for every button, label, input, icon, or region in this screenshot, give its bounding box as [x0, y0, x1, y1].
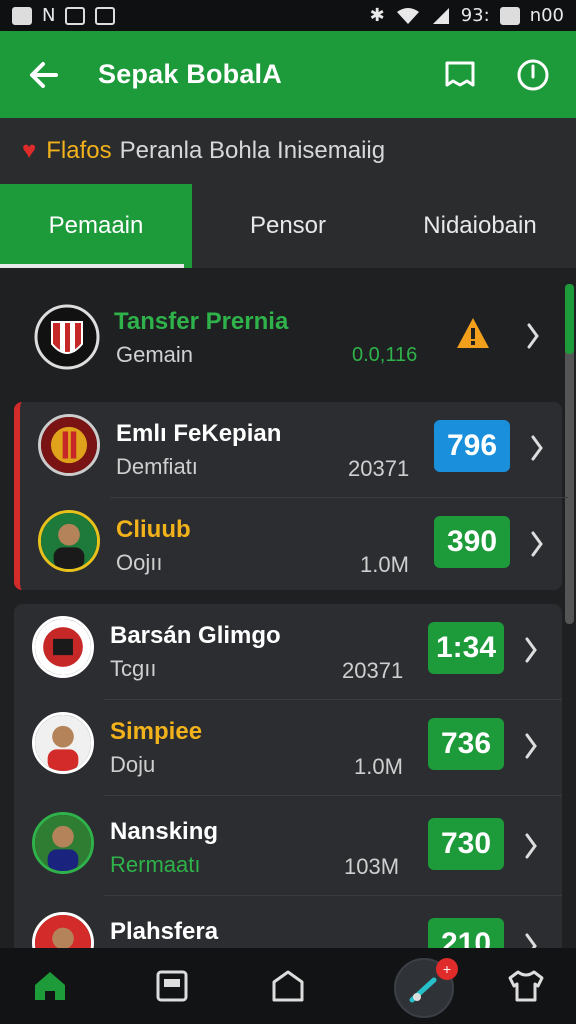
home-icon[interactable]: [30, 966, 70, 1006]
player-name: Barsán Glimgo: [110, 622, 281, 649]
list-item[interactable]: Emlı FeKepian Demfiatı 20371 796: [20, 402, 568, 498]
battery-icon: [499, 6, 520, 25]
chevron-right-icon[interactable]: [524, 636, 538, 664]
player-stat: 1.0M: [354, 754, 403, 779]
player-stat: 103M: [344, 854, 400, 879]
box-icon: [12, 6, 32, 25]
arrow-left-icon[interactable]: [24, 55, 64, 95]
photo-icon: [65, 6, 86, 25]
shirt-icon[interactable]: [506, 966, 546, 1006]
signal-text: 93:: [460, 5, 490, 26]
tab-pemaain[interactable]: Pemaain: [0, 184, 192, 268]
whistle-icon: [409, 977, 437, 1003]
signal-icon: [432, 7, 449, 24]
bookmark-icon[interactable]: [440, 55, 480, 95]
player-stat: 1.0M: [360, 552, 409, 577]
power-icon[interactable]: [513, 55, 553, 95]
heart-icon: ♥: [22, 137, 37, 164]
tab-bar: Pemaain Pensor Nidaiobain: [0, 184, 576, 268]
bluetooth-icon: ✱: [369, 5, 385, 26]
player-position: Demfiatı: [116, 454, 198, 479]
player-stat: 20371: [342, 658, 404, 683]
club-crest-icon: [38, 414, 100, 476]
n-icon: N: [42, 5, 56, 26]
player-name: Emlı FeKepian: [116, 420, 282, 447]
news-icon[interactable]: [152, 966, 192, 1006]
list-item[interactable]: Cliuub Oojıı 1.0M 390: [20, 498, 568, 594]
media-icon: [95, 6, 116, 25]
featured-title: Tansfer Prernia: [114, 308, 289, 335]
chevron-right-icon[interactable]: [526, 322, 540, 350]
list-item[interactable]: Nansking Rermaatı 103M 730: [14, 800, 562, 896]
wifi-icon: [396, 7, 419, 24]
rating-badge: 390: [434, 516, 510, 568]
player-position: Rermaatı: [110, 852, 201, 877]
divider: [104, 895, 562, 896]
player-card-group-2: Barsán Glimgo Tcgıı 20371 1:34 Simpiee D…: [14, 604, 562, 974]
club-crest-icon: [34, 304, 100, 370]
avatar: [32, 712, 94, 774]
tab-pensor[interactable]: Pensor: [192, 184, 384, 268]
rating-badge: 736: [428, 718, 504, 770]
featured-transfer[interactable]: Tansfer Prernia Gemain 0.0,116: [14, 286, 562, 396]
featured-value: 0.0,116: [352, 344, 418, 366]
featured-subtitle: Gemain: [116, 342, 194, 367]
player-position: Oojıı: [116, 550, 163, 575]
rating-badge: 730: [428, 818, 504, 870]
chevron-right-icon[interactable]: [524, 732, 538, 760]
stadium-icon[interactable]: [268, 966, 308, 1006]
app-bar: Sepak BobalA: [0, 31, 576, 118]
player-card-group-1: Emlı FeKepian Demfiatı 20371 796 Cliuub …: [14, 402, 568, 590]
app-title: Sepak BobalA: [98, 59, 282, 89]
chevron-right-icon[interactable]: [524, 832, 538, 860]
player-position: Tcgıı: [110, 656, 157, 681]
warning-icon: [457, 318, 489, 348]
player-position: Doju: [110, 752, 156, 777]
avatar: [32, 812, 94, 874]
bottom-nav: +: [0, 948, 576, 1024]
notice-banner[interactable]: ♥ Flafos Peranla Bohla Inisemaiig: [0, 118, 576, 184]
content-area: Tansfer Prernia Gemain 0.0,116 Emlı FeKe…: [0, 268, 576, 974]
tab-nidaiobain[interactable]: Nidaiobain: [384, 184, 576, 268]
player-name: Cliuub: [116, 516, 191, 543]
clock: n00: [529, 5, 564, 26]
chevron-right-icon[interactable]: [530, 530, 544, 558]
notice-highlight: Flafos: [46, 137, 112, 164]
notice-text: Peranla Bohla Inisemaiig: [119, 137, 386, 164]
whistle-button[interactable]: +: [394, 958, 458, 1018]
list-item[interactable]: Simpiee Doju 1.0M 736: [14, 700, 562, 796]
avatar: [38, 510, 100, 572]
club-crest-icon: [32, 616, 94, 678]
rating-badge: 1:34: [428, 622, 504, 674]
divider: [104, 795, 562, 796]
player-name: Nansking: [110, 818, 219, 845]
notification-badge: +: [436, 958, 458, 980]
player-name: Plahsfera: [110, 918, 219, 945]
rating-badge: 796: [434, 420, 510, 472]
status-bar: N ✱ 93: n00: [0, 0, 576, 31]
player-stat: 20371: [348, 456, 410, 481]
chevron-right-icon[interactable]: [530, 434, 544, 462]
player-name: Simpiee: [110, 718, 203, 745]
list-item[interactable]: Barsán Glimgo Tcgıı 20371 1:34: [14, 604, 562, 700]
